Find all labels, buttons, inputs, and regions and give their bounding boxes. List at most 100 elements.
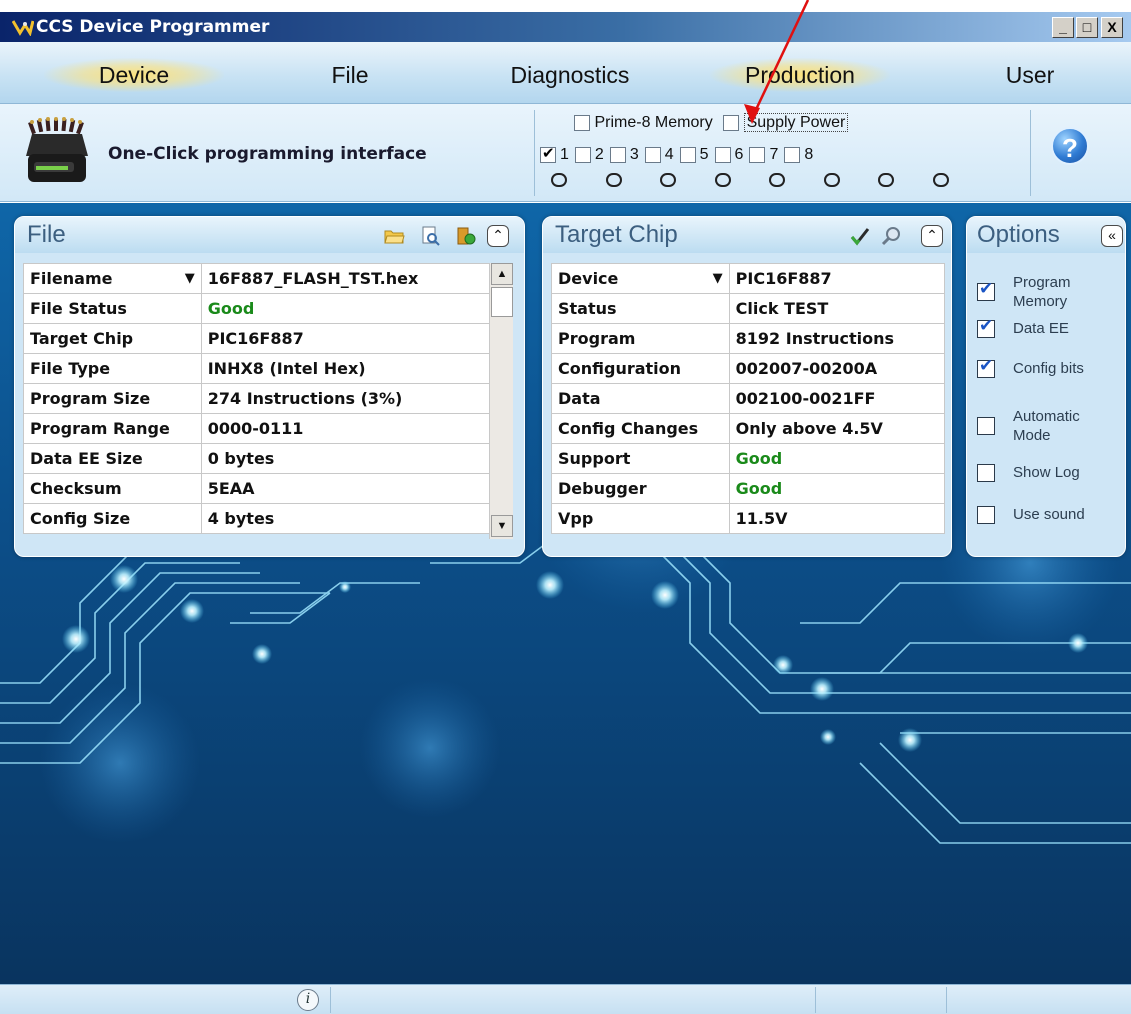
option-checkbox[interactable] <box>977 316 995 338</box>
search-chip-icon[interactable] <box>881 225 903 247</box>
menu-file[interactable]: File <box>290 58 410 92</box>
table-row: Vpp 11.5V <box>551 503 946 534</box>
property-name-text: Program Size <box>30 389 151 408</box>
socket-5: 5 <box>679 146 709 164</box>
socket-7-checkbox[interactable] <box>749 147 766 163</box>
socket-8-checkbox[interactable] <box>784 147 801 163</box>
option-checkbox[interactable] <box>977 464 995 482</box>
option-label: Data EE <box>1013 320 1069 337</box>
menu-device[interactable]: Device <box>44 58 224 92</box>
open-folder-icon[interactable] <box>383 225 405 247</box>
socket-6-checkbox[interactable] <box>714 147 731 163</box>
property-value[interactable]: 16F887_FLASH_TST.hex <box>200 263 494 294</box>
table-row: Program 8192 Instructions <box>551 323 946 354</box>
property-name: Configuration <box>551 353 730 384</box>
socket-1-checkbox[interactable] <box>540 144 556 163</box>
socket-1: 1 <box>540 144 569 164</box>
socket-label: 5 <box>699 146 709 163</box>
property-value: 8192 Instructions <box>728 323 946 354</box>
file-table-scrollbar[interactable]: ▲ ▼ <box>489 263 513 539</box>
option-checkbox[interactable] <box>977 417 995 435</box>
property-name-text: File Status <box>30 299 127 318</box>
property-value: 0000-0111 <box>200 413 494 444</box>
property-name-text: Data <box>558 389 601 408</box>
property-name-text: Support <box>558 449 631 468</box>
socket-5-checkbox[interactable] <box>679 147 696 163</box>
property-name: Device ▼ <box>551 263 730 294</box>
collapse-target-chip-panel-button[interactable]: ⌃ <box>921 225 943 247</box>
options-panel: Options « Program Memory Data EE Config bi… <box>966 216 1126 557</box>
socket-5-status-led <box>769 173 785 187</box>
option-checkbox[interactable] <box>977 356 995 378</box>
socket-2-checkbox[interactable] <box>574 147 591 163</box>
socket-label: 6 <box>734 146 744 163</box>
property-value: Click TEST <box>728 293 946 324</box>
table-row: Checksum 5EAA <box>23 473 494 504</box>
table-row: Program Range 0000-0111 <box>23 413 494 444</box>
socket-4: 4 <box>644 146 674 164</box>
property-value: Good <box>200 293 494 324</box>
supply-power-label: Supply Power <box>743 113 849 132</box>
scroll-down-button[interactable]: ▼ <box>491 515 513 537</box>
menu-diagnostics[interactable]: Diagnostics <box>490 58 650 92</box>
socket-2: 2 <box>574 146 604 164</box>
view-file-icon[interactable] <box>419 225 441 247</box>
menu-user[interactable]: User <box>970 58 1090 92</box>
prime8-memory-checkbox[interactable] <box>574 115 590 131</box>
supply-power-checkbox[interactable] <box>723 115 740 131</box>
socket-7-status-led <box>878 173 894 187</box>
table-row: Config Size 4 bytes <box>23 503 494 534</box>
reload-file-icon[interactable] <box>455 225 477 247</box>
table-row: Data EE Size 0 bytes <box>23 443 494 474</box>
maximize-button[interactable]: □ <box>1076 17 1098 38</box>
file-panel: File ⌃ Filename ▼ 16F887_FLASH_TST.hex File… <box>14 216 525 557</box>
property-name-text: File Type <box>30 359 111 378</box>
socket-8: 8 <box>784 146 813 164</box>
option-label: Use sound <box>1013 506 1085 523</box>
socket-4-checkbox[interactable] <box>644 147 661 163</box>
property-value[interactable]: PIC16F887 <box>728 263 946 294</box>
property-value: Good <box>728 473 946 504</box>
dropdown-arrow-icon[interactable]: ▼ <box>713 271 723 286</box>
property-name-text: Config Size <box>30 509 131 528</box>
property-name: Data EE Size <box>23 443 202 474</box>
property-name: Config Size <box>23 503 202 534</box>
socket-6: 6 <box>714 146 744 164</box>
table-row: Device ▼ PIC16F887 <box>551 263 946 294</box>
property-name-text: Config Changes <box>558 419 699 438</box>
dropdown-arrow-icon[interactable]: ▼ <box>185 271 195 286</box>
table-row: File Status Good <box>23 293 494 324</box>
property-name: Checksum <box>23 473 202 504</box>
property-value: 002100-0021FF <box>728 383 946 414</box>
option-label: Show Log <box>1013 464 1080 481</box>
property-value: 4 bytes <box>200 503 494 534</box>
target-chip-panel: Target Chip ⌃ Device ▼ PIC16F887 Status Clic… <box>542 216 952 557</box>
property-name: Program <box>551 323 730 354</box>
property-value: 0 bytes <box>200 443 494 474</box>
programmer-window: CCS Device Programmer _ □ X Device File … <box>0 0 1131 1014</box>
target-chip-properties-table: Device ▼ PIC16F887 Status Click TEST Program 8… <box>551 263 946 534</box>
window-title: CCS Device Programmer <box>36 17 270 37</box>
collapse-file-panel-button[interactable]: ⌃ <box>487 225 509 247</box>
option-checkbox[interactable] <box>977 506 995 524</box>
socket-3-checkbox[interactable] <box>609 147 626 163</box>
socket-1-status-led <box>551 173 567 187</box>
collapse-options-panel-button[interactable]: « <box>1101 225 1123 247</box>
socket-label: 2 <box>594 146 604 163</box>
file-panel-title: File <box>27 221 66 248</box>
scroll-up-button[interactable]: ▲ <box>491 263 513 285</box>
option-checkbox[interactable] <box>977 279 995 301</box>
menu-production[interactable]: Production <box>710 58 890 92</box>
socket-label: 8 <box>804 146 814 163</box>
scroll-thumb[interactable] <box>491 287 513 317</box>
minimize-button[interactable]: _ <box>1052 17 1074 38</box>
option-label: Automatic Mode <box>1013 408 1080 444</box>
socket-3: 3 <box>609 146 639 164</box>
property-value: PIC16F887 <box>200 323 494 354</box>
help-button[interactable]: ? <box>1051 127 1089 165</box>
table-row: Config Changes Only above 4.5V <box>551 413 946 444</box>
close-button[interactable]: X <box>1101 17 1123 38</box>
socket-3-status-led <box>660 173 676 187</box>
verify-check-icon[interactable] <box>849 225 871 247</box>
info-icon[interactable]: i <box>297 989 319 1011</box>
